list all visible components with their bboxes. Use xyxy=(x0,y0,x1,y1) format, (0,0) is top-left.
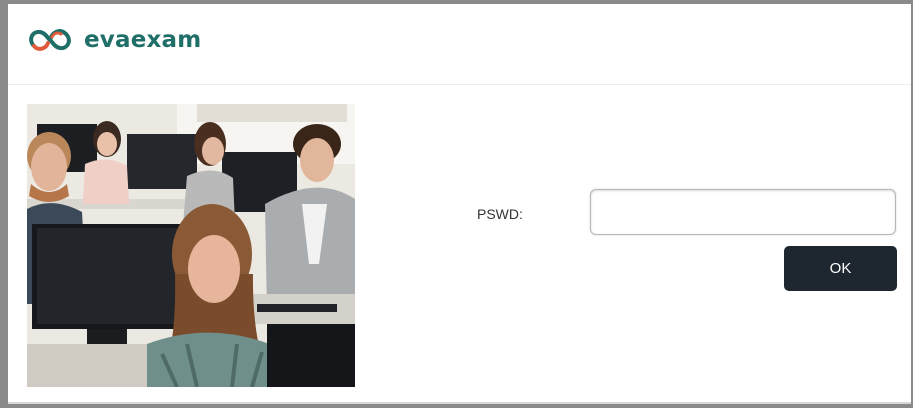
password-input[interactable] xyxy=(590,189,896,235)
login-content: PSWD: OK xyxy=(8,85,911,404)
evaexam-logo-icon xyxy=(29,29,71,51)
header: evaexam xyxy=(8,4,911,85)
brand-logo[interactable]: evaexam xyxy=(26,24,201,56)
classroom-photo-illustration xyxy=(27,104,355,387)
password-label: PSWD: xyxy=(477,206,523,222)
classroom-photo xyxy=(27,104,355,387)
ok-button[interactable]: OK xyxy=(784,246,897,291)
app-window: evaexam PSWD: OK xyxy=(8,4,911,404)
brand-name: evaexam xyxy=(84,27,202,53)
footer-divider xyxy=(8,402,911,404)
